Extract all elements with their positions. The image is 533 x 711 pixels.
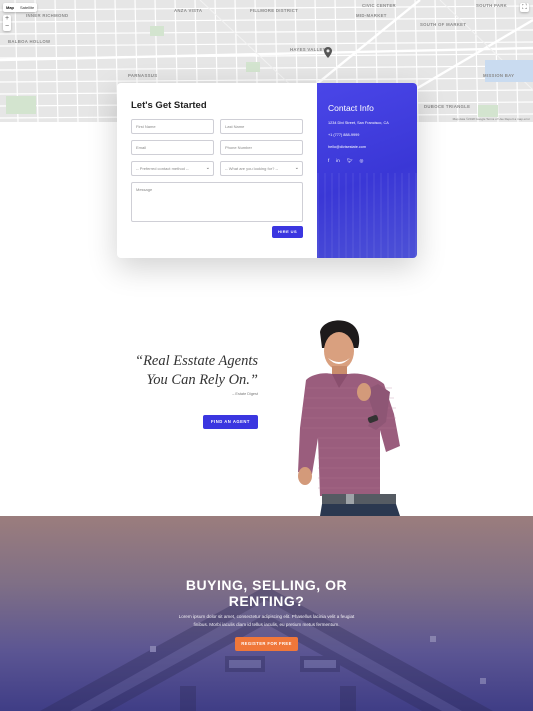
fullscreen-button[interactable]: ⛶: [520, 3, 529, 12]
map-label-duboce-triangle: DUBOCE TRIANGLE: [424, 104, 471, 109]
register-for-free-button[interactable]: REGISTER FOR FREE: [235, 637, 298, 651]
looking-for-value: -- What are you looking for? --: [225, 166, 279, 171]
hero-section: BUYING, SELLING, OR RENTING? Lorem ipsum…: [0, 516, 533, 711]
map-label-balboa-hollow: BALBOA HOLLOW: [8, 39, 51, 44]
testimonial-quote: “Real Esstate Agents You Can Rely On.”: [135, 352, 258, 390]
hire-us-button[interactable]: HIRE US: [272, 226, 303, 238]
hero-title: BUYING, SELLING, OR RENTING?: [0, 577, 533, 609]
page: INNER RICHMOND BALBOA HOLLOW ANZA VISTA …: [0, 0, 533, 711]
quote-line-2: You Can Rely On.”: [146, 372, 258, 388]
map-tab-map[interactable]: Map: [3, 3, 17, 12]
map-label-mission-bay: MISSION BAY: [483, 73, 515, 78]
hero-description: Lorem ipsum dolor sit amet, consectetur …: [160, 613, 373, 629]
looking-for-select[interactable]: -- What are you looking for? -- ⌄: [220, 161, 303, 176]
hero-title-line-2: RENTING?: [228, 593, 305, 609]
social-links: f in 🐦︎ ◎: [328, 158, 406, 164]
chevron-down-icon: ⌄: [205, 165, 210, 171]
map-label-parnassus: PARNASSUS: [128, 73, 158, 78]
linkedin-icon[interactable]: in: [336, 158, 340, 164]
find-an-agent-button[interactable]: FIND AN AGENT: [203, 415, 258, 429]
email-field[interactable]: Email: [131, 140, 214, 155]
map-label-south-of-market: SOUTH OF MARKET: [420, 22, 467, 27]
contact-method-value: -- Preferred contact method --: [136, 166, 189, 171]
zoom-in-button[interactable]: +: [3, 15, 11, 23]
map-label-civic-center: CIVIC CENTER: [362, 3, 396, 8]
contact-method-select[interactable]: -- Preferred contact method -- ⌄: [131, 161, 214, 176]
map-footer[interactable]: Map data ©2018 Google Terms of Use Repor…: [453, 117, 530, 121]
hero-text-line-2: finibus. Morbi iaculis diam id tellus ia…: [193, 622, 340, 627]
contact-phone[interactable]: +1 (777) 888-9999: [328, 132, 406, 138]
contact-info-panel: Contact Info 1234 Divi Street, San Franc…: [317, 83, 417, 258]
message-field[interactable]: Message: [131, 182, 303, 222]
contact-card: Let's Get Started First Name Last Name E…: [117, 83, 417, 258]
first-name-field[interactable]: First Name: [131, 119, 214, 134]
contact-address: 1234 Divi Street, San Francisco, CA: [328, 121, 389, 125]
hero-title-line-1: BUYING, SELLING, OR: [185, 577, 348, 593]
map-label-anza-vista: ANZA VISTA: [174, 8, 203, 13]
map-type-toggle: Map Satellite: [3, 3, 38, 12]
instagram-icon[interactable]: ◎: [360, 158, 364, 164]
facebook-icon[interactable]: f: [328, 158, 329, 164]
map-pin-icon[interactable]: [324, 47, 332, 58]
map-label-fillmore-district: FILLMORE DISTRICT: [250, 8, 299, 13]
contact-email[interactable]: hello@divisestate.com: [328, 144, 406, 150]
zoom-out-button[interactable]: −: [3, 23, 11, 31]
twitter-icon[interactable]: 🐦︎: [347, 158, 353, 164]
map-label-south-park: SOUTH PARK: [476, 3, 508, 8]
chevron-down-icon: ⌄: [294, 165, 299, 171]
contact-info-title: Contact Info: [328, 103, 374, 113]
last-name-field[interactable]: Last Name: [220, 119, 303, 134]
form-title: Let's Get Started: [131, 100, 207, 111]
map-tab-satellite[interactable]: Satellite: [17, 3, 37, 12]
quote-line-1: “Real Esstate Agents: [135, 353, 258, 369]
agent-photo: [298, 320, 400, 516]
map-label-inner-richmond: INNER RICHMOND: [26, 13, 69, 18]
map-label-hayes-valley: HAYES VALLEY: [290, 47, 326, 52]
contact-form: Let's Get Started First Name Last Name E…: [117, 83, 317, 258]
map-label-mid-market: MID-MARKET: [356, 13, 387, 18]
map-zoom-control: + −: [3, 15, 11, 31]
phone-field[interactable]: Phone Number: [220, 140, 303, 155]
hero-text-line-1: Lorem ipsum dolor sit amet, consectetur …: [178, 614, 355, 619]
quote-source: – Estate Digest: [232, 392, 258, 396]
